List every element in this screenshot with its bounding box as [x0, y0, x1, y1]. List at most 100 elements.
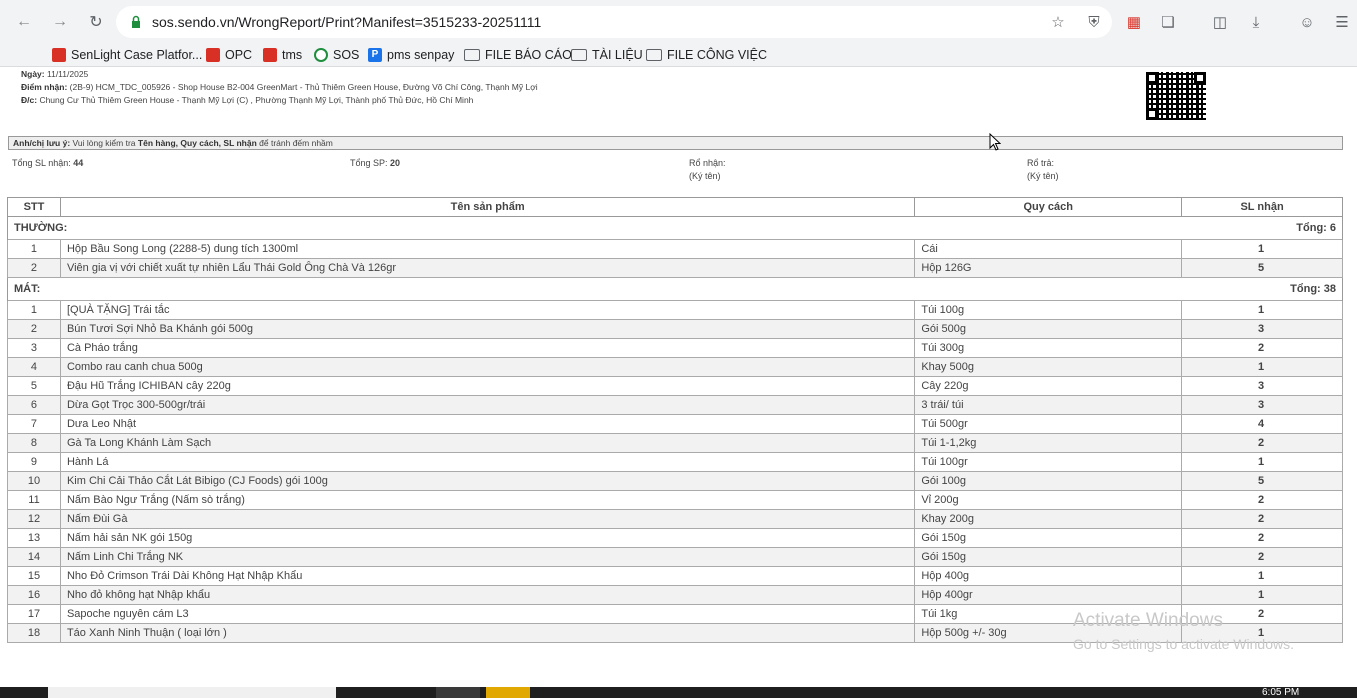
cell-spec: 3 trái/ túi: [914, 395, 1183, 415]
table-row: 3 Cà Pháo trắng Túi 300g 2: [7, 338, 1343, 358]
cell-stt: 4: [7, 357, 61, 377]
cell-name: Viên gia vị với chiết xuất tự nhiên Lẩu …: [59, 258, 916, 278]
cell-name: Táo Xanh Ninh Thuận ( loại lớn ): [59, 623, 916, 643]
note-text: Vui lòng kiểm tra: [72, 138, 136, 148]
cell-stt: 5: [7, 376, 61, 396]
cell-name: Hành Lá: [59, 452, 916, 472]
cell-stt: 9: [7, 452, 61, 472]
cell-stt: 17: [7, 604, 61, 624]
address-value: Chung Cư Thủ Thiêm Green House - Thạnh M…: [39, 95, 474, 105]
cell-name: Kim Chi Cải Thảo Cắt Lát Bibigo (CJ Food…: [59, 471, 916, 491]
bookmark-senlight[interactable]: SenLight Case Platfor...: [52, 46, 202, 64]
date-value: 11/11/2025: [47, 69, 89, 79]
cell-qty: 2: [1181, 509, 1343, 529]
report-address: Đ/c: Chung Cư Thủ Thiêm Green House - Th…: [21, 95, 473, 105]
taskbar-app-icon[interactable]: [486, 687, 530, 698]
note-bold-text: Tên hàng, Quy cách, SL nhận: [137, 138, 257, 148]
cell-qty: 3: [1181, 319, 1343, 339]
mouse-cursor-icon: [989, 133, 1001, 151]
table-row: 15 Nho Đỏ Crimson Trái Dài Không Hạt Nhập…: [7, 566, 1343, 586]
cell-spec: Hộp 400g: [914, 566, 1183, 586]
back-icon[interactable]: ←: [14, 12, 34, 32]
bookmark-tai-lieu[interactable]: TÀI LIỆU: [571, 46, 643, 64]
table-row: 12 Nấm Đùi Gà Khay 200g 2: [7, 509, 1343, 529]
cell-qty: 3: [1181, 395, 1343, 415]
cell-spec: Cái: [914, 239, 1183, 259]
cell-qty: 1: [1181, 357, 1343, 377]
bookmark-opc[interactable]: OPC: [206, 46, 252, 64]
reload-icon[interactable]: ↻: [86, 12, 106, 32]
cell-spec: Cây 220g: [914, 376, 1183, 396]
bookmark-label: tms: [282, 48, 303, 62]
sendo-icon: [52, 48, 66, 62]
sendo-icon: [263, 48, 277, 62]
cell-stt: 11: [7, 490, 61, 510]
cell-name: Gà Ta Long Khánh Làm Sạch: [59, 433, 916, 453]
site-info-icon[interactable]: [128, 14, 144, 30]
cell-qty: 2: [1181, 490, 1343, 510]
table-group-row: THƯỜNG: Tổng: 6: [7, 216, 1343, 240]
menu-icon[interactable]: ☰: [1332, 12, 1352, 32]
cell-spec: Gói 500g: [914, 319, 1183, 339]
cell-spec: Hộp 126G: [914, 258, 1183, 278]
report-page: Ngày: 11/11/2025 Điểm nhận: (2B-9) HCM_T…: [0, 67, 1357, 687]
total-qty: Tổng SL nhận: 44: [12, 157, 83, 170]
items-table-body: THƯỜNG: Tổng: 6 1 Hộp Bầu Song Long (2288-5…: [7, 216, 1343, 643]
cell-name: Sapoche nguyên cám L3: [59, 604, 916, 624]
extension-sendo-icon[interactable]: ▦: [1124, 12, 1144, 32]
table-group-row: MÁT: Tổng: 38: [7, 277, 1343, 301]
table-row: 1 [QUÀ TẶNG] Trái tắc Túi 100g 1: [7, 300, 1343, 320]
cell-qty: 2: [1181, 528, 1343, 548]
cell-name: Nấm Đùi Gà: [59, 509, 916, 529]
cell-stt: 3: [7, 338, 61, 358]
address-bar[interactable]: sos.sendo.vn/WrongReport/Print?Manifest=…: [116, 6, 1112, 38]
cell-qty: 3: [1181, 376, 1343, 396]
bookmark-file-bao-cao[interactable]: FILE BÁO CÁO: [464, 46, 572, 64]
header-qty: SL nhận: [1181, 197, 1343, 217]
ro-tra-label: Rổ trả:: [1027, 158, 1055, 168]
table-row: 9 Hành Lá Túi 100gr 1: [7, 452, 1343, 472]
ro-nhan: Rổ nhận: (Ký tên): [689, 157, 726, 183]
profile-icon[interactable]: ☺: [1297, 12, 1317, 32]
total-sp-label: Tổng SP:: [350, 158, 388, 168]
download-icon[interactable]: ⤓: [1246, 12, 1266, 32]
cell-name: Nấm hải sản NK gói 150g: [59, 528, 916, 548]
table-row: 2 Viên gia vị với chiết xuất tự nhiên Lẩu…: [7, 258, 1343, 278]
cell-qty: 2: [1181, 338, 1343, 358]
pickup-value: (2B-9) HCM_TDC_005926 - Shop House B2-00…: [69, 82, 538, 92]
table-row: 14 Nấm Linh Chi Trắng NK Gói 150g 2: [7, 547, 1343, 567]
cell-name: [QUÀ TẶNG] Trái tắc: [59, 300, 916, 320]
taskbar-clock[interactable]: 6:05 PM: [1262, 687, 1299, 698]
cell-name: Bún Tươi Sợi Nhỏ Ba Khánh gói 500g: [59, 319, 916, 339]
cell-name: Combo rau canh chua 500g: [59, 357, 916, 377]
taskbar-app-icon[interactable]: [436, 687, 480, 698]
bookmark-label: FILE CÔNG VIỆC: [667, 48, 768, 62]
cell-qty: 1: [1181, 585, 1343, 605]
activate-windows-title: Activate Windows: [1073, 610, 1223, 631]
folder-icon: [464, 49, 480, 61]
url-text[interactable]: sos.sendo.vn/WrongReport/Print?Manifest=…: [152, 14, 541, 30]
bookmark-label: TÀI LIỆU: [592, 48, 643, 62]
cell-qty: 2: [1181, 433, 1343, 453]
taskbar-search[interactable]: [48, 687, 336, 698]
cell-stt: 8: [7, 433, 61, 453]
cell-spec: Hộp 400gr: [914, 585, 1183, 605]
bookmark-file-cong-viec[interactable]: FILE CÔNG VIỆC: [646, 46, 767, 64]
cell-stt: 10: [7, 471, 61, 491]
group-total: Tổng: 38: [1290, 283, 1336, 295]
pickup-label: Điểm nhận:: [21, 82, 68, 92]
table-row: 4 Combo rau canh chua 500g Khay 500g 1: [7, 357, 1343, 377]
table-row: 7 Dưa Leo Nhật Túi 500gr 4: [7, 414, 1343, 434]
bookmark-star-icon[interactable]: ☆: [1048, 12, 1068, 32]
ro-tra: Rổ trả: (Ký tên): [1027, 157, 1059, 183]
header-stt: STT: [7, 197, 61, 217]
split-view-icon[interactable]: ◫: [1210, 12, 1230, 32]
bookmark-sos[interactable]: SOS: [314, 46, 359, 64]
bookmark-tms[interactable]: tms: [263, 46, 302, 64]
forward-icon[interactable]: →: [50, 12, 70, 32]
shield-icon[interactable]: ⛨: [1084, 12, 1104, 32]
header-spec: Quy cách: [914, 197, 1183, 217]
total-qty-value: 44: [73, 158, 84, 168]
extensions-puzzle-icon[interactable]: ❏: [1158, 12, 1178, 32]
bookmark-pms-senpay[interactable]: Ppms senpay: [368, 46, 454, 64]
